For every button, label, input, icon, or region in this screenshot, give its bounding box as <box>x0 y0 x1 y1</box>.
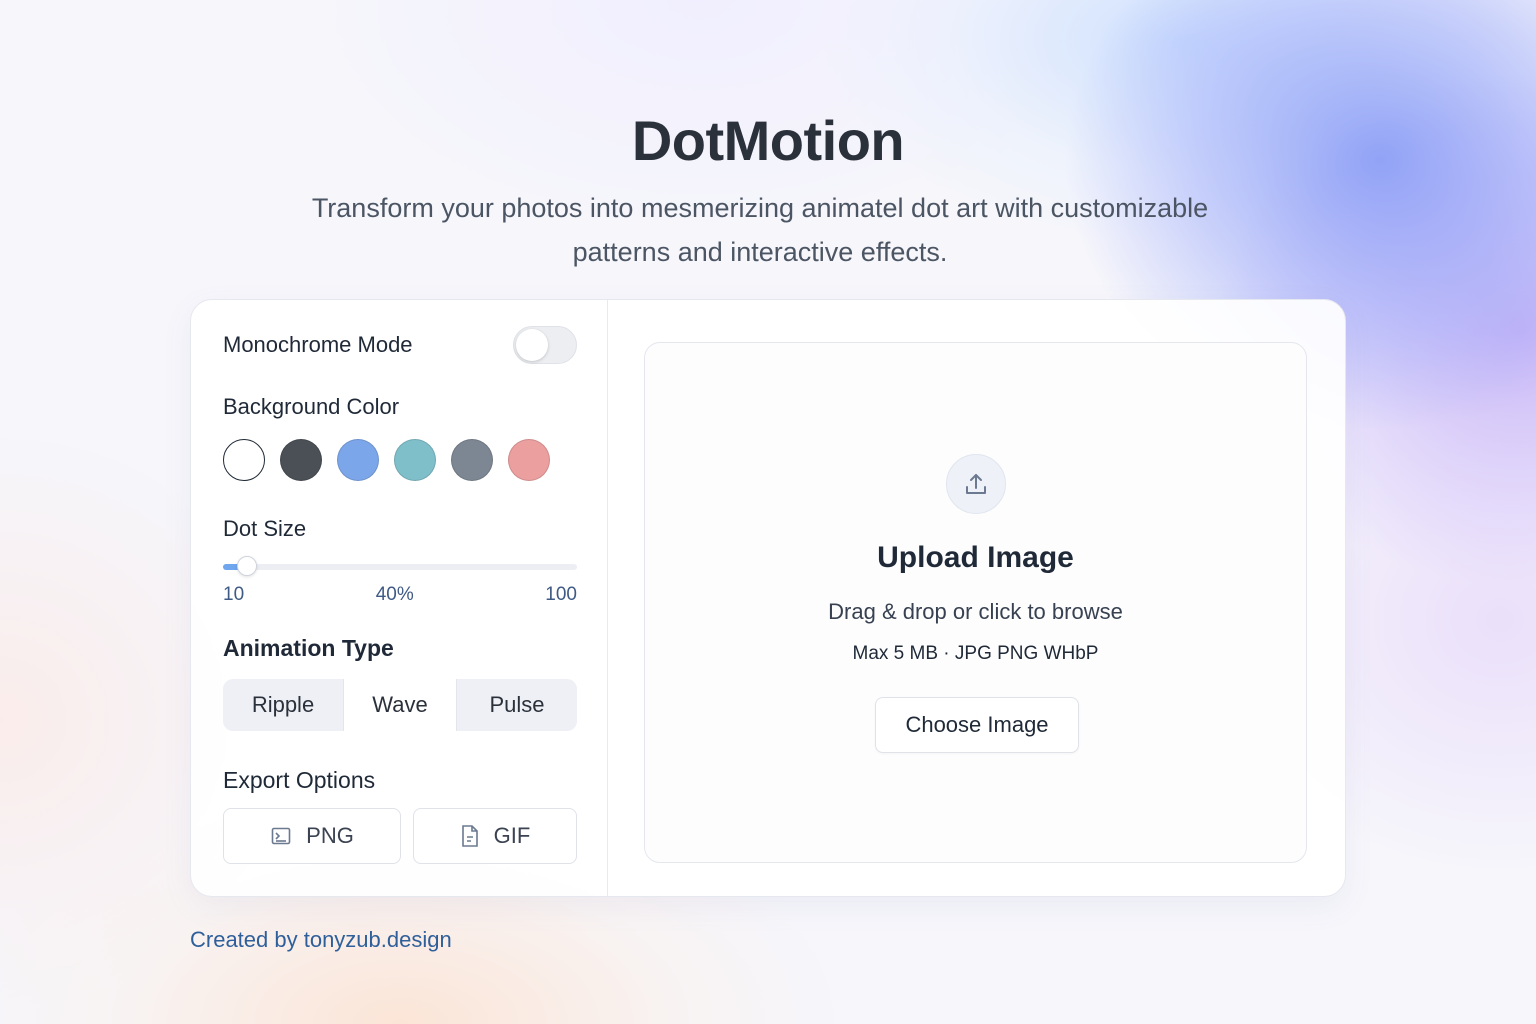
animation-option-pulse[interactable]: Pulse <box>457 679 577 731</box>
main-card: Monochrome Mode Background Color Dot Siz… <box>190 299 1346 897</box>
color-swatch-rose[interactable] <box>508 439 550 481</box>
slider-min-label: 10 <box>223 584 245 605</box>
upload-description: Drag & drop or click to browse <box>828 599 1123 624</box>
upload-icon <box>946 454 1006 514</box>
upload-title: Upload Image <box>877 541 1074 574</box>
choose-image-button[interactable]: Choose Image <box>875 697 1079 753</box>
panel-divider <box>607 300 608 896</box>
dot-size-slider[interactable] <box>223 556 577 576</box>
app-subtitle: Transform your photos into mesmerizing a… <box>311 193 1209 267</box>
monochrome-toggle[interactable] <box>513 326 577 364</box>
animation-type-label: Animation Type <box>223 635 394 661</box>
slider-value-label: 40% <box>375 584 414 605</box>
animation-type-selector: Ripple Wave Pulse <box>223 679 577 731</box>
toggle-knob <box>516 329 548 361</box>
animation-option-wave[interactable]: Wave <box>343 679 457 731</box>
color-swatch-teal[interactable] <box>394 439 436 481</box>
export-gif-label: GIF <box>493 823 531 848</box>
slider-thumb[interactable] <box>236 556 257 576</box>
color-swatch-blue[interactable] <box>337 439 379 481</box>
slider-max-label: 100 <box>545 584 577 605</box>
credit-link[interactable]: Created by tonyzub.design <box>190 927 452 953</box>
color-swatch-charcoal[interactable] <box>280 439 322 481</box>
slider-labels: 10 40% 100 <box>223 584 577 606</box>
monochrome-label: Monochrome Mode <box>223 332 413 357</box>
export-png-button[interactable]: PNG <box>223 808 401 864</box>
export-options-label: Export Options <box>223 767 376 793</box>
upload-dropzone[interactable]: Upload Image Drag & drop or click to bro… <box>644 342 1307 863</box>
dot-size-label: Dot Size <box>223 516 307 541</box>
export-png-label: PNG <box>306 823 354 848</box>
color-swatch-slate[interactable] <box>451 439 493 481</box>
export-gif-button[interactable]: GIF <box>413 808 577 864</box>
color-swatches <box>223 439 550 481</box>
animation-option-ripple[interactable]: Ripple <box>223 679 343 731</box>
background-color-label: Background Color <box>223 394 400 419</box>
app-title: DotMotion <box>631 109 905 172</box>
upload-limits: Max 5 MB · JPG PNG WHbP <box>852 643 1099 664</box>
file-icon <box>460 824 480 848</box>
image-icon <box>270 825 292 847</box>
color-swatch-white[interactable] <box>223 439 265 481</box>
